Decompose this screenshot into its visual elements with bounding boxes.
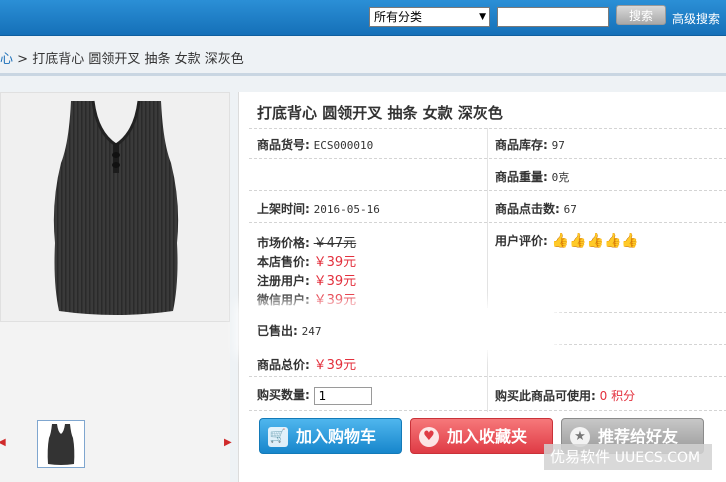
chevron-down-icon: ▼ [479, 12, 486, 22]
shop-price-value: ￥39元 [313, 255, 357, 270]
registered-price-row: 注册用户: ￥39元 [257, 270, 356, 289]
quantity-input[interactable]: 1 [313, 386, 372, 405]
stock-value: 97 [551, 139, 565, 152]
search-button[interactable]: 搜索 [616, 5, 666, 25]
market-price-label: 市场价格: [257, 236, 310, 250]
total-value: ￥39元 [313, 358, 357, 373]
sold-row: 已售出: 247 [257, 322, 322, 339]
date-label: 上架时间: [257, 202, 310, 216]
tank-top-image [53, 100, 179, 315]
top-bar: 所有分类 ▼ 搜索 高级搜索 [0, 0, 726, 36]
watermark-brand: 优易软件 [550, 448, 611, 466]
search-input[interactable] [497, 7, 609, 27]
add-to-cart-label: 加入购物车 [296, 427, 377, 446]
breadcrumb-current: 打底背心 圆领开叉 抽条 女款 深灰色 [32, 52, 244, 67]
registered-price-value: ￥39元 [313, 274, 357, 289]
clicks-value: 67 [563, 203, 577, 216]
breadcrumb-home-link[interactable]: 心 [0, 52, 13, 67]
sku-label: 商品货号: [257, 138, 310, 152]
cart-icon: 🛒 [268, 427, 288, 447]
sku-row: 商品货号: ECS000010 [257, 136, 373, 153]
breadcrumb-separator: > [17, 52, 29, 67]
points-row: 购买此商品可使用: 0 积分 [495, 387, 635, 404]
clicks-label: 商品点击数: [495, 202, 560, 216]
sku-value: ECS000010 [313, 139, 374, 152]
date-row: 上架时间: 2016-05-16 [257, 200, 380, 217]
total-label: 商品总价: [257, 358, 310, 372]
heart-icon: ♥ [419, 427, 439, 447]
date-value: 2016-05-16 [313, 203, 380, 216]
add-to-favorites-button[interactable]: ♥ 加入收藏夹 [410, 418, 553, 454]
thumbs-up-icon: 👍 [551, 233, 570, 249]
thumbs-up-icon: 👍 [621, 233, 639, 249]
column-divider [487, 128, 488, 412]
registered-price-label: 注册用户: [257, 274, 310, 288]
clicks-row: 商品点击数: 67 [495, 200, 577, 217]
rating-label: 用户评价: [495, 234, 548, 248]
quantity-row: 购买数量: 1 [257, 386, 372, 405]
category-select-value: 所有分类 [374, 10, 423, 24]
thumbs-up-icon: 👍 [586, 233, 604, 249]
quantity-label: 购买数量: [257, 388, 310, 402]
watermark-domain: UUECS.COM [614, 450, 701, 466]
rating-row: 用户评价: 👍👍👍👍👍 [495, 232, 639, 249]
prev-arrow-icon[interactable]: ◀ [0, 437, 6, 448]
wechat-price-row: 微信用户: ￥39元 [257, 289, 356, 308]
weight-row: 商品重量: 0克 [495, 168, 569, 185]
product-main-image[interactable] [0, 92, 230, 322]
product-thumbnail[interactable] [37, 420, 85, 468]
stock-label: 商品库存: [495, 138, 548, 152]
stock-row: 商品库存: 97 [495, 136, 565, 153]
wechat-price-label: 微信用户: [257, 293, 310, 307]
wechat-price-value: ￥39元 [313, 293, 357, 308]
breadcrumb: 心 > 打底背心 圆领开叉 抽条 女款 深灰色 [0, 36, 726, 76]
next-arrow-icon[interactable]: ▶ [224, 437, 232, 448]
product-title: 打底背心 圆领开叉 抽条 女款 深灰色 [257, 104, 503, 122]
market-price-value: ￥47元 [313, 236, 357, 251]
add-to-cart-button[interactable]: 🛒 加入购物车 [259, 418, 402, 454]
shop-price-row: 本店售价: ￥39元 [257, 251, 356, 270]
thumbs-up-icon: 👍 [569, 233, 587, 249]
weight-value: 0克 [551, 171, 570, 184]
sold-value: 247 [301, 325, 322, 338]
rating-thumbs: 👍👍👍👍👍 [552, 233, 639, 249]
points-label: 购买此商品可使用: [495, 389, 596, 403]
total-row: 商品总价: ￥39元 [257, 354, 356, 373]
sold-label: 已售出: [257, 324, 298, 338]
points-value: 0 积分 [599, 389, 636, 403]
category-select[interactable]: 所有分类 ▼ [369, 7, 490, 27]
advanced-search-link[interactable]: 高级搜索 [672, 10, 720, 27]
watermark: 优易软件 UUECS.COM [544, 444, 712, 470]
product-info-panel: 打底背心 圆领开叉 抽条 女款 深灰色 商品货号: ECS000010 商品库存… [238, 92, 726, 482]
weight-label: 商品重量: [495, 170, 548, 184]
tank-top-thumbnail [47, 424, 75, 465]
shop-price-label: 本店售价: [257, 255, 310, 269]
product-gallery: ◀ ▶ [0, 92, 232, 482]
thumbnail-strip: ◀ ▶ [0, 414, 232, 470]
thumbs-up-icon: 👍 [603, 233, 622, 249]
add-to-favorites-label: 加入收藏夹 [447, 427, 528, 446]
market-price-row: 市场价格: ￥47元 [257, 232, 356, 251]
